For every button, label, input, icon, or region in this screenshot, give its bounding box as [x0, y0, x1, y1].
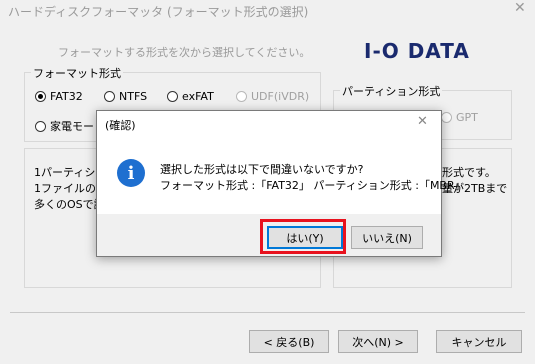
- back-button[interactable]: < 戻る(B): [249, 330, 329, 353]
- radio-icon: [441, 112, 452, 123]
- dialog-message-line2: フォーマット形式 :「FAT32」 パーティション形式 :「MBR」: [160, 179, 466, 192]
- no-button[interactable]: いいえ(N): [351, 226, 423, 249]
- radio-label: exFAT: [182, 90, 214, 103]
- radio-icon: [35, 120, 46, 132]
- radio-icon: [167, 91, 178, 102]
- radio-label: GPT: [456, 111, 478, 124]
- radio-appliance-mode[interactable]: 家電モー: [35, 118, 94, 134]
- window-close-icon[interactable]: ✕: [514, 0, 526, 16]
- radio-label: 家電モー: [50, 120, 94, 133]
- radio-selected-icon: [35, 91, 46, 102]
- highlight-box: [260, 219, 346, 254]
- partition-group-label: パーティション形式: [340, 83, 443, 99]
- dialog-close-icon[interactable]: ✕: [417, 114, 428, 129]
- iodata-logo: I-O DATA: [364, 39, 470, 63]
- radio-icon: [236, 91, 247, 102]
- cancel-button[interactable]: キャンセル: [436, 330, 522, 353]
- radio-label: FAT32: [50, 90, 83, 103]
- instruction-text: フォーマットする形式を次から選択してください。: [58, 46, 311, 59]
- radio-gpt: GPT: [441, 111, 478, 124]
- radio-icon: [104, 91, 115, 102]
- radio-fat32[interactable]: FAT32: [35, 90, 83, 103]
- radio-label: UDF(iVDR): [251, 90, 310, 103]
- next-button[interactable]: 次へ(N) >: [338, 330, 418, 353]
- footer-divider: [10, 312, 525, 313]
- format-group-label: フォーマット形式: [31, 65, 123, 81]
- dialog-message-line1: 選択した形式は以下で間違いないですか?: [160, 163, 364, 176]
- dialog-title: (確認): [105, 119, 136, 132]
- window-title: ハードディスクフォーマッタ (フォーマット形式の選択): [8, 5, 309, 19]
- radio-label: NTFS: [119, 90, 148, 103]
- info-icon: i: [117, 159, 145, 187]
- radio-ntfs[interactable]: NTFS: [104, 90, 147, 103]
- radio-udf-ivdr: UDF(iVDR): [236, 90, 309, 103]
- radio-exfat[interactable]: exFAT: [167, 90, 214, 103]
